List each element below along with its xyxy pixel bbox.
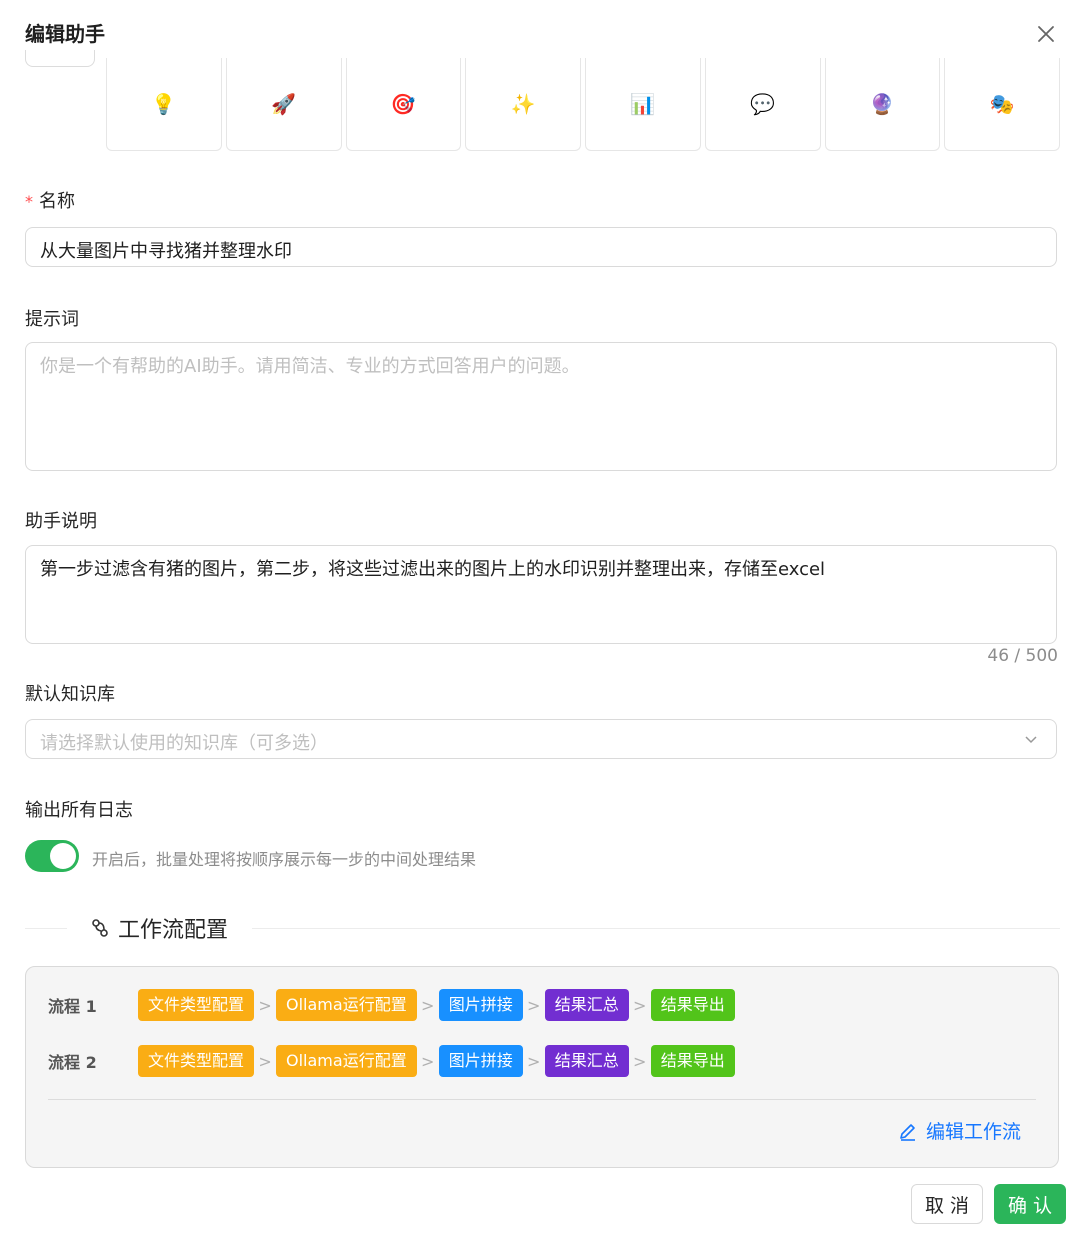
chevron-right-icon: > bbox=[633, 995, 647, 1015]
icon-option-2[interactable]: 🚀 bbox=[225, 58, 342, 151]
chevron-right-icon: > bbox=[527, 1051, 541, 1071]
workflow-step-tag[interactable]: 文件类型配置 bbox=[138, 1045, 255, 1077]
flow-row-1: 流程 1 文件类型配置 > Ollama运行配置 > 图片拼接 > 结果汇总 > 结果导出 bbox=[48, 989, 735, 1021]
workflow-step-tag[interactable]: 结果汇总 bbox=[544, 989, 629, 1021]
theater-masks-icon: 🎭 bbox=[989, 92, 1015, 116]
icon-option-7[interactable]: 🔮 bbox=[824, 58, 941, 151]
description-value: 第一步过滤含有猪的图片，第二步，将这些过滤出来的图片上的水印识别并整理出来，存储… bbox=[40, 559, 826, 580]
description-label: 助手说明 bbox=[25, 511, 97, 532]
icon-option-6[interactable]: 💬 bbox=[704, 58, 821, 151]
log-label: 输出所有日志 bbox=[25, 800, 133, 821]
chevron-right-icon: > bbox=[258, 995, 272, 1015]
close-button[interactable] bbox=[1034, 22, 1058, 46]
workflow-step-tag[interactable]: 结果导出 bbox=[650, 1045, 735, 1077]
name-label: 名称 bbox=[39, 191, 75, 212]
workflow-section-title: 工作流配置 bbox=[90, 912, 228, 944]
name-input[interactable]: 从大量图片中寻找猪并整理水印 bbox=[25, 227, 1057, 267]
icon-picker: 💡 🚀 🎯 ✨ 📊 💬 🔮 🎭 bbox=[106, 58, 1060, 152]
workflow-divider bbox=[48, 1099, 1036, 1100]
icon-option-1[interactable]: 💡 bbox=[106, 58, 222, 151]
cancel-button[interactable]: 取 消 bbox=[911, 1184, 983, 1224]
chevron-right-icon: > bbox=[421, 995, 435, 1015]
confirm-button[interactable]: 确 认 bbox=[994, 1184, 1066, 1224]
sparkles-icon: ✨ bbox=[510, 92, 536, 116]
close-icon bbox=[1038, 26, 1054, 42]
chevron-right-icon: > bbox=[633, 1051, 647, 1071]
name-input-value: 从大量图片中寻找猪并整理水印 bbox=[40, 241, 292, 262]
workflow-step-tag[interactable]: 结果汇总 bbox=[544, 1045, 629, 1077]
bar-chart-icon: 📊 bbox=[630, 92, 656, 116]
workflow-title: 工作流配置 bbox=[118, 918, 229, 943]
divider-left bbox=[25, 928, 67, 929]
prompt-label: 提示词 bbox=[25, 309, 79, 330]
workflow-step-tag[interactable]: Ollama运行配置 bbox=[276, 989, 417, 1021]
toggle-knob bbox=[50, 843, 76, 869]
log-hint: 开启后，批量处理将按顺序展示每一步的中间处理结果 bbox=[92, 850, 477, 869]
knowledge-label: 默认知识库 bbox=[25, 684, 115, 705]
workflow-step-tag[interactable]: 结果导出 bbox=[650, 989, 735, 1021]
prompt-placeholder: 你是一个有帮助的AI助手。请用简洁、专业的方式回答用户的问题。 bbox=[40, 356, 580, 377]
flow-name: 流程 1 bbox=[48, 997, 97, 1016]
lightbulb-icon: 💡 bbox=[151, 92, 177, 116]
rocket-icon: 🚀 bbox=[271, 92, 297, 116]
description-textarea[interactable]: 第一步过滤含有猪的图片，第二步，将这些过滤出来的图片上的水印识别并整理出来，存储… bbox=[25, 545, 1057, 644]
target-icon: 🎯 bbox=[390, 92, 416, 116]
workflow-panel: 流程 1 文件类型配置 > Ollama运行配置 > 图片拼接 > 结果汇总 > 结果导出 流程 … bbox=[25, 966, 1059, 1168]
edit-workflow-label: 编辑工作流 bbox=[926, 1121, 1022, 1143]
knowledge-placeholder: 请选择默认使用的知识库（可多选） bbox=[40, 733, 328, 754]
workflow-icon bbox=[92, 919, 108, 937]
workflow-step-tag[interactable]: 图片拼接 bbox=[438, 1045, 523, 1077]
crystal-ball-icon: 🔮 bbox=[869, 92, 895, 116]
flow-name: 流程 2 bbox=[48, 1053, 97, 1072]
icon-option-3[interactable]: 🎯 bbox=[345, 58, 462, 151]
workflow-step-tag[interactable]: 文件类型配置 bbox=[138, 989, 255, 1021]
dialog-title: 编辑助手 bbox=[25, 22, 105, 46]
speech-bubble-icon: 💬 bbox=[750, 92, 776, 116]
divider-right bbox=[252, 928, 1060, 929]
flow-row-2: 流程 2 文件类型配置 > Ollama运行配置 > 图片拼接 > 结果汇总 > 结果导出 bbox=[48, 1045, 735, 1077]
workflow-step-tag[interactable]: 图片拼接 bbox=[438, 989, 523, 1021]
knowledge-select[interactable]: 请选择默认使用的知识库（可多选） bbox=[25, 719, 1057, 759]
log-toggle[interactable] bbox=[25, 840, 79, 872]
edit-icon bbox=[900, 1123, 915, 1141]
chevron-right-icon: > bbox=[258, 1051, 272, 1071]
prompt-textarea[interactable]: 你是一个有帮助的AI助手。请用简洁、专业的方式回答用户的问题。 bbox=[25, 342, 1057, 471]
chevron-down-icon bbox=[1025, 736, 1037, 744]
icon-option-4[interactable]: ✨ bbox=[465, 58, 581, 151]
chevron-right-icon: > bbox=[527, 995, 541, 1015]
chevron-right-icon: > bbox=[421, 1051, 435, 1071]
workflow-step-tag[interactable]: Ollama运行配置 bbox=[276, 1045, 417, 1077]
edit-workflow-link[interactable]: 编辑工作流 bbox=[898, 1117, 1021, 1144]
char-count: 46 / 500 bbox=[987, 646, 1058, 666]
required-mark: * bbox=[25, 192, 33, 211]
selected-icon-stub[interactable] bbox=[25, 50, 95, 67]
icon-option-8[interactable]: 🎭 bbox=[944, 58, 1060, 151]
icon-option-5[interactable]: 📊 bbox=[585, 58, 701, 151]
name-label-row: * 名称 bbox=[25, 187, 75, 213]
